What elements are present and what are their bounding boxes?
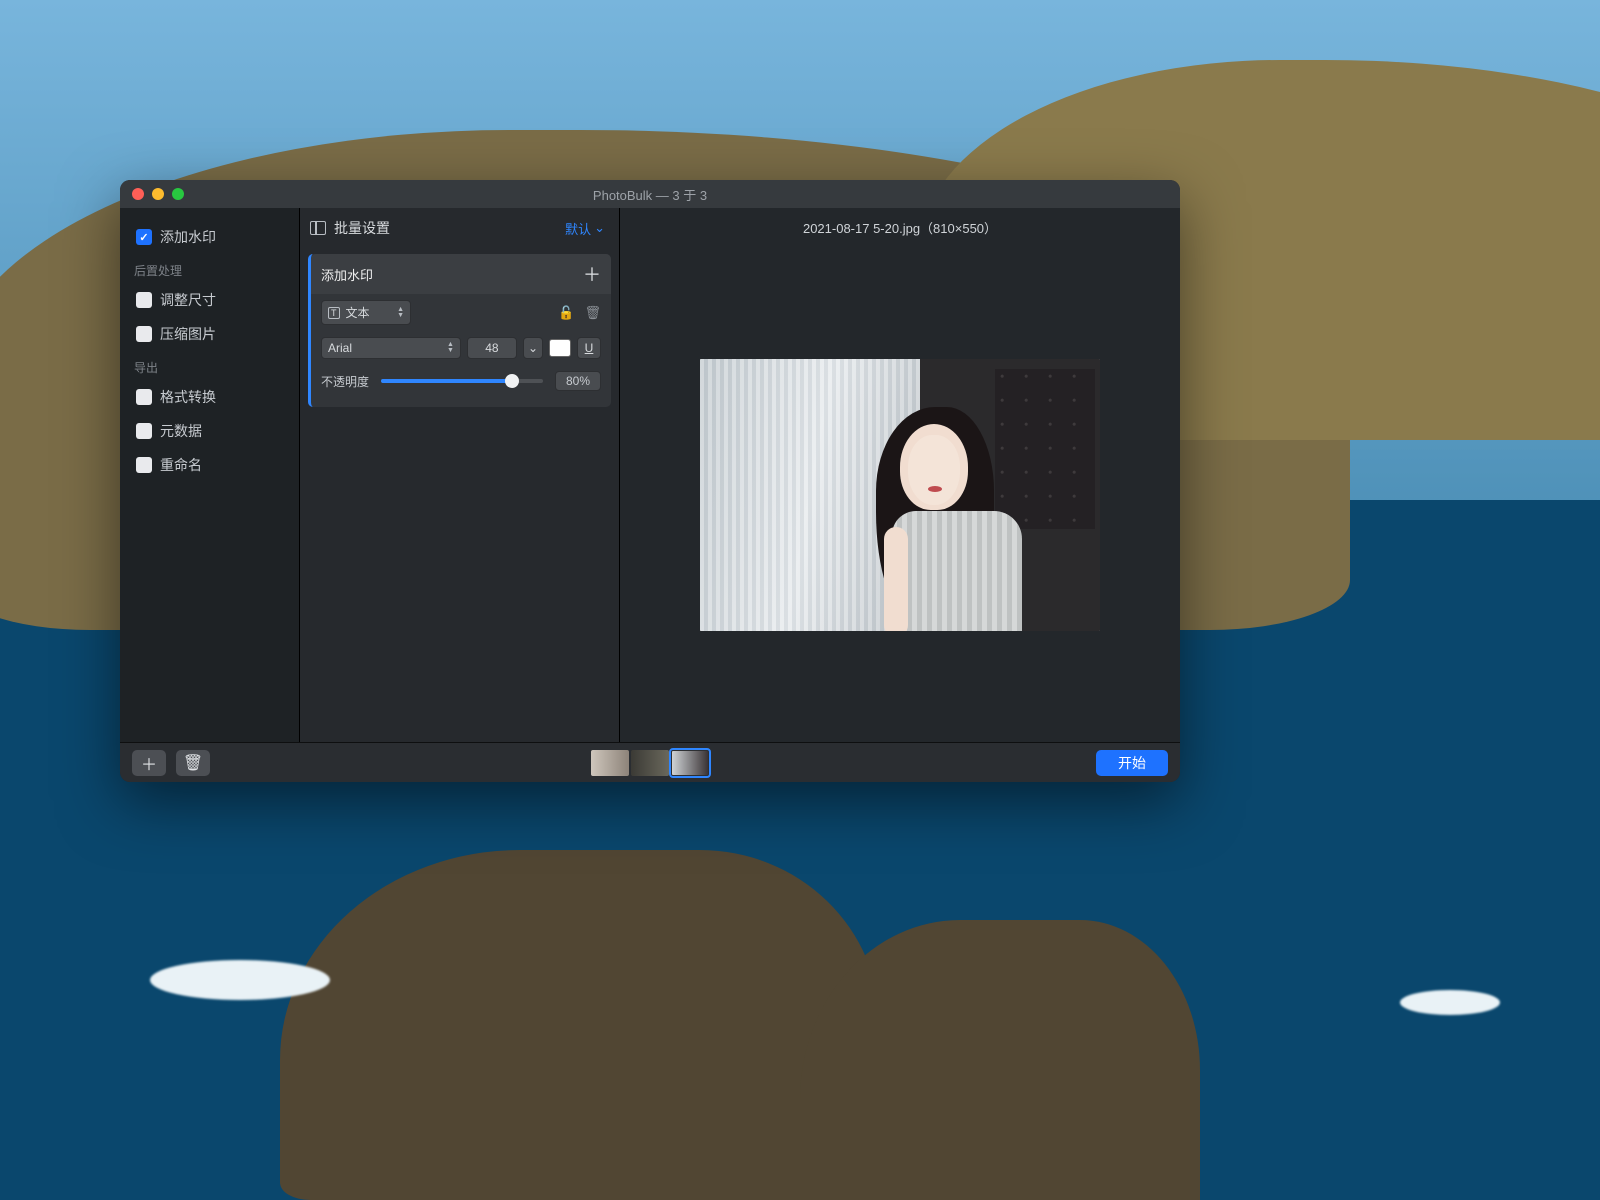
preset-dropdown[interactable]: 默认 ⌄ (565, 219, 605, 238)
underline-button[interactable]: U (577, 337, 601, 359)
close-icon[interactable] (132, 188, 144, 200)
sidebar: 添加水印 后置处理 调整尺寸 压缩图片 导出 格式转换 元数据 重 (120, 208, 300, 742)
checkbox-icon[interactable] (136, 326, 152, 342)
settings-title: 批量设置 (334, 218, 390, 238)
titlebar[interactable]: PhotoBulk — 3 于 3 (120, 180, 1180, 208)
thumbnail[interactable] (631, 750, 669, 776)
preview-filename: 2021-08-17 5-20.jpg（810×550） (620, 208, 1180, 247)
select-label: 文本 (346, 304, 370, 321)
sidebar-item-format[interactable]: 格式转换 (130, 382, 289, 412)
sidebar-item-compress[interactable]: 压缩图片 (130, 319, 289, 349)
sidebar-item-metadata[interactable]: 元数据 (130, 416, 289, 446)
sidebar-item-label: 格式转换 (160, 387, 216, 407)
sidebar-section-post: 后置处理 (134, 262, 289, 279)
footer: ＋ 🗑 开始 (120, 742, 1180, 782)
window-title: PhotoBulk — 3 于 3 (593, 185, 707, 204)
stepper-icon: ▲▼ (447, 342, 454, 354)
opacity-slider[interactable] (381, 379, 543, 383)
plus-icon[interactable]: ＋ (583, 261, 601, 287)
panel-layout-icon[interactable] (310, 221, 326, 235)
stepper-icon: ▲▼ (397, 307, 404, 319)
font-size-stepper[interactable]: ⌄ (523, 337, 543, 359)
plus-icon: ＋ (141, 751, 157, 775)
thumbnail[interactable] (591, 750, 629, 776)
chevron-down-icon: ⌄ (528, 341, 538, 355)
sidebar-item-watermark[interactable]: 添加水印 (130, 222, 289, 252)
sidebar-item-label: 压缩图片 (160, 324, 216, 344)
checkbox-icon[interactable] (136, 457, 152, 473)
sidebar-item-label: 调整尺寸 (160, 290, 216, 310)
preview-panel: 2021-08-17 5-20.jpg（810×550） (620, 208, 1180, 742)
font-select[interactable]: Arial ▲▼ (321, 337, 461, 359)
watermark-card: 添加水印 ＋ T 文本 ▲▼ 🔓 🗑 Arial (308, 254, 611, 407)
thumbnail[interactable] (671, 750, 709, 776)
sidebar-item-resize[interactable]: 调整尺寸 (130, 285, 289, 315)
settings-panel: 批量设置 默认 ⌄ 添加水印 ＋ T 文本 ▲▼ (300, 208, 620, 742)
sidebar-item-rename[interactable]: 重命名 (130, 450, 289, 480)
watermark-type-select[interactable]: T 文本 ▲▼ (321, 300, 411, 325)
checkbox-icon[interactable] (136, 423, 152, 439)
unlock-icon[interactable]: 🔓 (558, 305, 574, 321)
checkbox-icon[interactable] (136, 229, 152, 245)
thumbnail-strip (591, 750, 709, 776)
start-button[interactable]: 开始 (1096, 750, 1168, 776)
trash-icon[interactable]: 🗑 (584, 305, 601, 321)
select-label: Arial (328, 341, 352, 355)
app-window: PhotoBulk — 3 于 3 添加水印 后置处理 调整尺寸 压缩图片 导出… (120, 180, 1180, 782)
chevron-down-icon: ⌄ (594, 220, 605, 236)
minimize-icon[interactable] (152, 188, 164, 200)
preset-label: 默认 (565, 219, 591, 238)
add-image-button[interactable]: ＋ (132, 750, 166, 776)
sidebar-section-export: 导出 (134, 359, 289, 376)
field-value: 48 (485, 341, 498, 355)
card-title: 添加水印 (321, 265, 373, 284)
preview-image[interactable] (700, 359, 1100, 631)
zoom-icon[interactable] (172, 188, 184, 200)
font-size-field[interactable]: 48 (467, 337, 517, 359)
opacity-label: 不透明度 (321, 373, 369, 390)
text-type-icon: T (328, 307, 340, 319)
sidebar-item-label: 添加水印 (160, 227, 216, 247)
sidebar-item-label: 元数据 (160, 421, 202, 441)
checkbox-icon[interactable] (136, 389, 152, 405)
trash-icon: 🗑 (183, 753, 203, 773)
remove-image-button[interactable]: 🗑 (176, 750, 210, 776)
sidebar-item-label: 重命名 (160, 455, 202, 475)
slider-knob[interactable] (505, 374, 519, 388)
opacity-value[interactable]: 80% (555, 371, 601, 391)
checkbox-icon[interactable] (136, 292, 152, 308)
color-swatch[interactable] (549, 339, 571, 357)
